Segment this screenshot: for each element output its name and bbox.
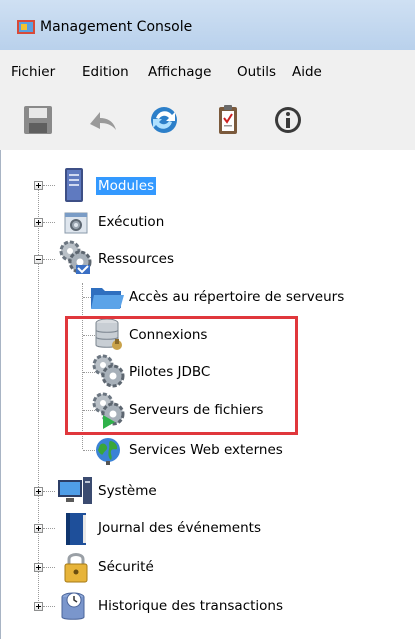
expand-toggle[interactable] [34, 181, 43, 190]
tree-item-label: Système [98, 483, 157, 499]
globe-icon [96, 438, 120, 465]
tree-item-label: Journal des événements [98, 520, 261, 536]
tree-item-modules[interactable]: Modules [1, 168, 415, 202]
expand-toggle[interactable] [34, 602, 43, 611]
computer-icon [58, 477, 92, 504]
management-console-window: Management Console Fichier Edition Affic… [0, 0, 415, 639]
menu-edition[interactable]: Edition [82, 64, 129, 80]
tree-item-ressources[interactable]: Ressources [1, 240, 415, 276]
app-icon [17, 20, 35, 34]
tree-item-label: Accès au répertoire de serveurs [129, 289, 345, 305]
tree-item-securite[interactable]: Sécurité [1, 550, 415, 584]
expand-toggle[interactable] [34, 563, 43, 572]
clipboard-icon[interactable] [210, 102, 246, 138]
tree-item-label: Exécution [98, 214, 165, 230]
server-icon [65, 168, 83, 202]
menu-fichier[interactable]: Fichier [11, 64, 55, 80]
gears-icon [59, 240, 92, 274]
menu-affichage[interactable]: Affichage [148, 64, 211, 80]
window-title: Management Console [40, 19, 193, 35]
toolbar [0, 92, 415, 151]
tree-item-historique[interactable]: Historique des transactions [1, 589, 415, 623]
tree-item-systeme[interactable]: Système [1, 474, 415, 508]
expand-toggle[interactable] [34, 524, 43, 533]
tree-item-acces-repertoire[interactable]: Accès au répertoire de serveurs [1, 280, 415, 314]
tree-item-label: Services Web externes [129, 442, 283, 458]
collapse-toggle[interactable] [34, 255, 43, 264]
menu-bar: Fichier Edition Affichage Outils Aide [0, 50, 415, 92]
folder-icon [91, 288, 124, 309]
tree-item-label: Sécurité [98, 559, 154, 575]
tree-item-label: Modules [96, 177, 157, 195]
undo-icon[interactable] [84, 102, 120, 138]
tree-item-label: Historique des transactions [98, 598, 284, 614]
menu-outils[interactable]: Outils [237, 64, 276, 80]
menu-aide[interactable]: Aide [292, 64, 322, 80]
tree-item-label: Ressources [98, 251, 174, 267]
expand-toggle[interactable] [34, 218, 43, 227]
gear-window-icon [64, 212, 88, 234]
expand-toggle[interactable] [34, 487, 43, 496]
title-bar: Management Console [0, 0, 415, 50]
tree-item-journal[interactable]: Journal des événements [1, 511, 415, 545]
refresh-icon[interactable] [146, 102, 182, 138]
database-clock-icon [61, 592, 85, 620]
book-icon [66, 513, 86, 545]
info-icon[interactable] [270, 102, 306, 138]
padlock-icon [64, 553, 88, 583]
tree-item-execution[interactable]: Exécution [1, 205, 415, 239]
save-icon[interactable] [20, 102, 56, 138]
tree-item-services-web[interactable]: Services Web externes [1, 433, 415, 467]
highlight-annotation-box [65, 316, 298, 435]
